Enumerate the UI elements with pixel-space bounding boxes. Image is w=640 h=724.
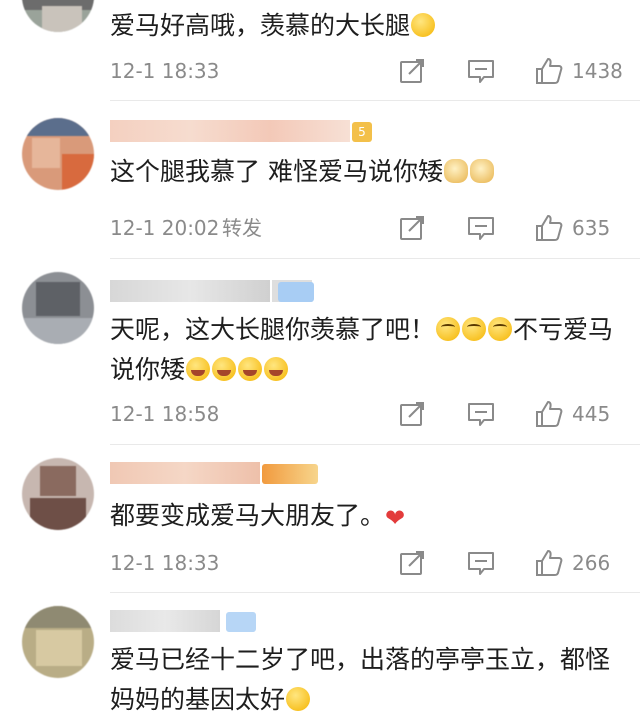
comment-body: 这个腿我慕了 难怪爱马说你矮 xyxy=(110,157,443,186)
tears-of-joy-emoji xyxy=(212,357,237,381)
comment-text: 爱马好高哦，羡慕的大长腿 xyxy=(110,6,630,46)
share-edit-icon[interactable] xyxy=(398,56,428,86)
thumbs-up-icon[interactable] xyxy=(534,548,564,578)
avatar[interactable] xyxy=(22,118,94,190)
share-edit-icon[interactable] xyxy=(398,548,428,578)
comment-text: 都要变成爱马大朋友了。❤ xyxy=(110,496,630,538)
comment-meta: 12-1 18:33 266 xyxy=(110,548,640,578)
doge-emoji xyxy=(469,159,494,183)
heart-emoji: ❤ xyxy=(385,504,406,532)
comment-time: 12-1 20:02 xyxy=(110,216,220,240)
comment-text: 爱马已经十二岁了吧，出落的亭亭玉立，都怪妈妈的基因太好 xyxy=(110,640,626,720)
avatar[interactable] xyxy=(22,272,94,344)
thumbs-up-icon[interactable] xyxy=(534,56,564,86)
comment-meta: 12-1 18:58 445 xyxy=(110,399,640,429)
comment-meta: 12-1 18:33 1438 xyxy=(110,56,640,86)
vip-badge xyxy=(262,464,318,484)
vip-badge: 5 xyxy=(352,122,372,142)
comment-meta: 12-1 20:02 转发 635 xyxy=(110,213,640,243)
comment-icon[interactable] xyxy=(466,56,496,86)
like-count: 1438 xyxy=(572,59,623,83)
comment-body: 都要变成爱马大朋友了。 xyxy=(110,501,386,530)
comment-icon[interactable] xyxy=(466,399,496,429)
avatar[interactable] xyxy=(22,458,94,530)
username-blurred[interactable] xyxy=(110,120,370,142)
member-badge xyxy=(226,612,256,632)
member-badge xyxy=(278,282,314,302)
thumbs-up-icon[interactable] xyxy=(534,213,564,243)
comment-time: 12-1 18:33 xyxy=(110,551,220,575)
doge-emoji xyxy=(443,159,468,183)
comment-time: 12-1 18:33 xyxy=(110,59,220,83)
tongue-emoji xyxy=(286,687,311,711)
heart-eyes-emoji xyxy=(462,317,487,341)
avatar[interactable] xyxy=(22,0,94,32)
comment-body: 爱马好高哦，羡慕的大长腿 xyxy=(110,11,411,40)
thumbs-up-icon[interactable] xyxy=(534,399,564,429)
tears-of-joy-emoji xyxy=(186,357,211,381)
username-blurred[interactable] xyxy=(110,280,370,302)
divider xyxy=(110,100,640,101)
tears-of-joy-emoji xyxy=(238,357,263,381)
heart-eyes-emoji xyxy=(488,317,513,341)
like-count: 266 xyxy=(572,551,611,575)
divider xyxy=(110,592,640,593)
heart-eyes-emoji xyxy=(436,317,461,341)
comment-text: 这个腿我慕了 难怪爱马说你矮 xyxy=(110,152,630,192)
tears-of-joy-emoji xyxy=(264,357,289,381)
avatar[interactable] xyxy=(22,606,94,678)
username-blurred[interactable] xyxy=(110,462,370,484)
scream-emoji xyxy=(411,13,436,37)
divider xyxy=(110,258,640,259)
divider xyxy=(110,444,640,445)
comment-body: 天呢，这大长腿你羡慕了吧！ xyxy=(110,315,436,344)
share-edit-icon[interactable] xyxy=(398,213,428,243)
like-count: 445 xyxy=(572,402,611,426)
comment-time: 12-1 18:58 xyxy=(110,402,220,426)
comment-body: 爱马已经十二岁了吧，出落的亭亭玉立，都怪妈妈的基因太好 xyxy=(110,645,611,714)
share-edit-icon[interactable] xyxy=(398,399,428,429)
comment-icon[interactable] xyxy=(466,548,496,578)
comment-icon[interactable] xyxy=(466,213,496,243)
repost-label[interactable]: 转发 xyxy=(222,213,262,243)
comment-text: 天呢，这大长腿你羡慕了吧！ 不亏爱马说你矮 xyxy=(110,310,630,390)
like-count: 635 xyxy=(572,216,611,240)
